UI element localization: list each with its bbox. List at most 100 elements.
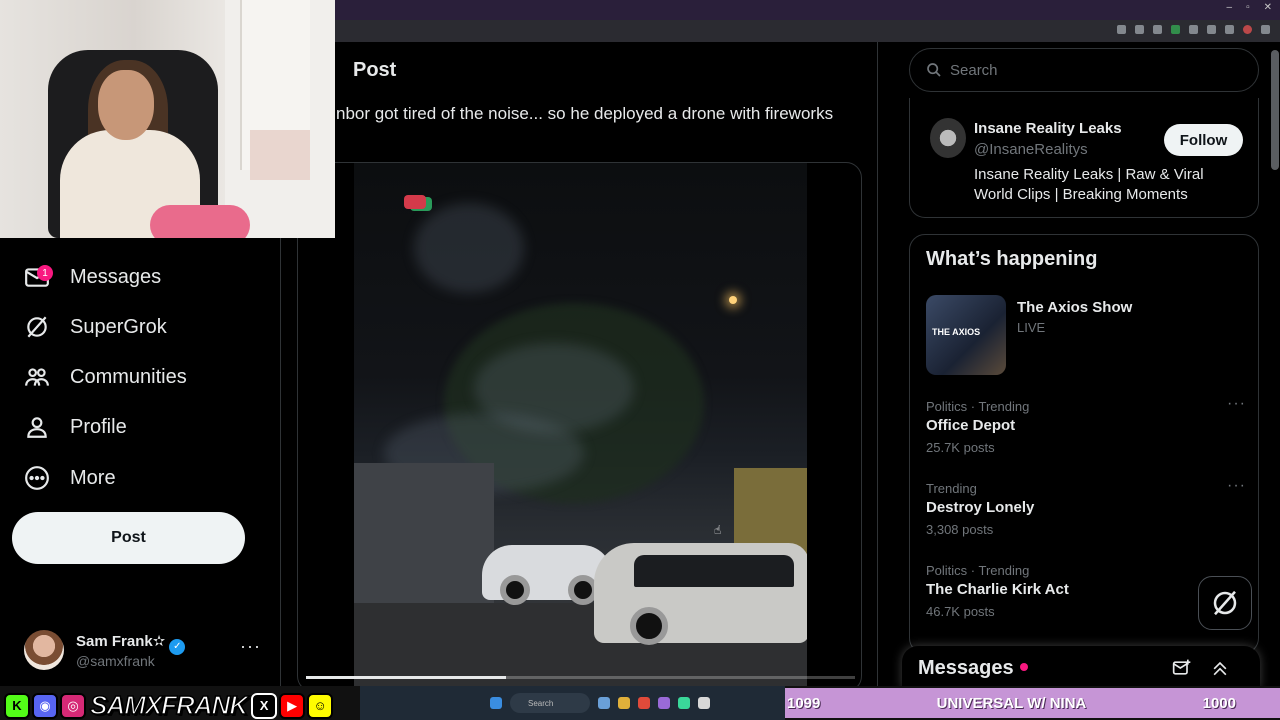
sidebar-item-label: More bbox=[70, 466, 116, 489]
expand-icon[interactable] bbox=[1210, 658, 1230, 678]
taskbar-app-icon[interactable] bbox=[598, 697, 610, 709]
maximize-icon[interactable]: ▫ bbox=[1246, 2, 1250, 13]
sidebar-item-communities[interactable]: Communities bbox=[24, 357, 187, 397]
minimize-icon[interactable]: – bbox=[1227, 2, 1233, 13]
sidebar-item-profile[interactable]: Profile bbox=[24, 407, 127, 447]
grok-button[interactable] bbox=[1198, 576, 1252, 630]
more-icon[interactable]: ··· bbox=[1227, 395, 1246, 413]
kebab-menu-icon[interactable] bbox=[1261, 25, 1270, 34]
video-progress-fill bbox=[306, 676, 507, 679]
video-car bbox=[482, 545, 612, 605]
puzzle-icon[interactable] bbox=[1189, 25, 1198, 34]
cursor-icon: ☝ bbox=[714, 523, 722, 537]
sidebar-item-label: SuperGrok bbox=[70, 315, 167, 338]
x-icon: X bbox=[251, 692, 278, 719]
left-sidebar: 1 Messages SuperGrok Communities Profile… bbox=[0, 238, 280, 686]
sidebar-item-label: Messages bbox=[70, 265, 162, 288]
post-text: nbor got tired of the noise... so he dep… bbox=[336, 104, 834, 123]
sidebar-item-supergrok[interactable]: SuperGrok bbox=[24, 307, 167, 347]
webcam-overlay bbox=[0, 0, 335, 238]
suggested-account-name[interactable]: Insane Reality Leaks bbox=[974, 120, 1122, 137]
streamer-brand: SAMXFRANK bbox=[89, 689, 249, 720]
discord-icon: ◉ bbox=[32, 692, 58, 719]
trend-item[interactable]: Politics · Trending Office Depot 25.7K p… bbox=[926, 395, 1246, 469]
taskbar-app-icon[interactable] bbox=[698, 697, 710, 709]
trend-category: Politics · Trending bbox=[926, 563, 1030, 578]
search-placeholder: Search bbox=[950, 61, 998, 79]
new-message-icon[interactable] bbox=[1172, 658, 1192, 678]
more-icon[interactable]: ··· bbox=[1227, 477, 1246, 495]
trend-count: 46.7K posts bbox=[926, 604, 995, 619]
windows-taskbar: Search bbox=[360, 686, 785, 720]
wheel bbox=[500, 575, 530, 605]
cast-icon[interactable] bbox=[1117, 25, 1126, 34]
browser-tab-strip: – ▫ ✕ bbox=[335, 0, 1280, 20]
video-player[interactable]: ☝ bbox=[354, 163, 807, 691]
post-button[interactable]: Post bbox=[12, 512, 245, 564]
video-wall bbox=[354, 463, 494, 613]
taskbar-app-icon[interactable] bbox=[678, 697, 690, 709]
avatar bbox=[24, 630, 64, 670]
communities-icon bbox=[24, 364, 50, 390]
snapchat-icon: ☺ bbox=[307, 692, 334, 719]
suggested-account-bio: Insane Reality Leaks | Raw & Viral World… bbox=[974, 166, 1204, 203]
messages-drawer-actions bbox=[1172, 658, 1230, 678]
messages-drawer[interactable]: Messages bbox=[902, 646, 1260, 688]
star-icon[interactable] bbox=[1153, 25, 1162, 34]
sidebar-icon[interactable] bbox=[1207, 25, 1216, 34]
taskbar-app-icon[interactable] bbox=[618, 697, 630, 709]
mail-icon: 1 bbox=[24, 264, 53, 290]
verified-icon: ✓ bbox=[169, 639, 186, 655]
live-thumbnail[interactable]: THE AXIOS bbox=[926, 295, 1006, 375]
follow-button[interactable]: Follow bbox=[1164, 124, 1243, 156]
zoom-icon[interactable] bbox=[1135, 25, 1144, 34]
profile-icon[interactable] bbox=[1243, 25, 1252, 34]
stream-overlay-bar: K ◉ ◎ SAMXFRANK X ▶ ☺ Search 1099 UNIVER… bbox=[0, 686, 1280, 720]
sidebar-item-more[interactable]: More bbox=[24, 458, 116, 498]
right-counter: 1000 bbox=[1202, 694, 1236, 712]
trend-category: Trending bbox=[926, 481, 977, 496]
account-more-icon[interactable]: ··· bbox=[240, 636, 261, 657]
banner-text: UNIVERSAL W/ NINA bbox=[936, 694, 1087, 712]
who-to-follow-card: Insane Reality Leaks @InsaneRealitys Ins… bbox=[909, 98, 1259, 218]
scrollbar[interactable] bbox=[1271, 50, 1279, 170]
trend-name: The Charlie Kirk Act bbox=[926, 581, 1069, 598]
avatar[interactable] bbox=[930, 118, 966, 158]
suggested-account-handle: @InsaneRealitys bbox=[974, 141, 1088, 158]
taskbar-app-icon[interactable] bbox=[638, 697, 650, 709]
extension-icon[interactable] bbox=[1171, 25, 1180, 34]
browser-extension-icons bbox=[1117, 25, 1270, 34]
post-media[interactable]: ☝ bbox=[297, 162, 862, 692]
live-title[interactable]: The Axios Show bbox=[1017, 299, 1132, 316]
taskbar-search[interactable]: Search bbox=[510, 693, 590, 713]
trend-count: 25.7K posts bbox=[926, 440, 995, 455]
taskbar-app-icon[interactable] bbox=[658, 697, 670, 709]
panel-title: What’s happening bbox=[926, 248, 1098, 270]
search-input[interactable]: Search bbox=[909, 48, 1259, 92]
kick-icon: K bbox=[4, 692, 30, 719]
youtube-icon: ▶ bbox=[279, 692, 306, 719]
unread-dot bbox=[1019, 663, 1028, 671]
webcam-box bbox=[250, 130, 310, 180]
instagram-icon: ◎ bbox=[60, 692, 86, 719]
window-controls: – ▫ ✕ bbox=[1227, 2, 1273, 13]
video-progress-bar[interactable] bbox=[306, 676, 855, 679]
close-icon[interactable]: ✕ bbox=[1264, 2, 1272, 13]
trend-count: 3,308 posts bbox=[926, 522, 994, 537]
profile-icon bbox=[24, 414, 50, 440]
trend-name: Office Depot bbox=[926, 417, 1016, 434]
trend-name: Destroy Lonely bbox=[926, 499, 1035, 516]
sidebar-item-label: Profile bbox=[70, 415, 127, 438]
account-handle: @samxfrank bbox=[76, 653, 155, 669]
sidebar-item-label: Communities bbox=[70, 365, 187, 388]
webcam-face bbox=[98, 70, 154, 140]
grok-icon bbox=[24, 314, 50, 340]
page-title: Post bbox=[353, 59, 397, 81]
download-icon[interactable] bbox=[1225, 25, 1234, 34]
sidebar-item-messages[interactable]: 1 Messages bbox=[24, 257, 161, 297]
windows-start-icon[interactable] bbox=[490, 697, 502, 709]
trend-item[interactable]: Trending Destroy Lonely 3,308 posts ··· bbox=[926, 477, 1246, 551]
live-status: LIVE bbox=[1017, 320, 1046, 335]
account-switcher[interactable]: Sam Frank✫ ✓ @samxfrank ··· bbox=[24, 630, 264, 674]
car-window bbox=[634, 555, 794, 587]
